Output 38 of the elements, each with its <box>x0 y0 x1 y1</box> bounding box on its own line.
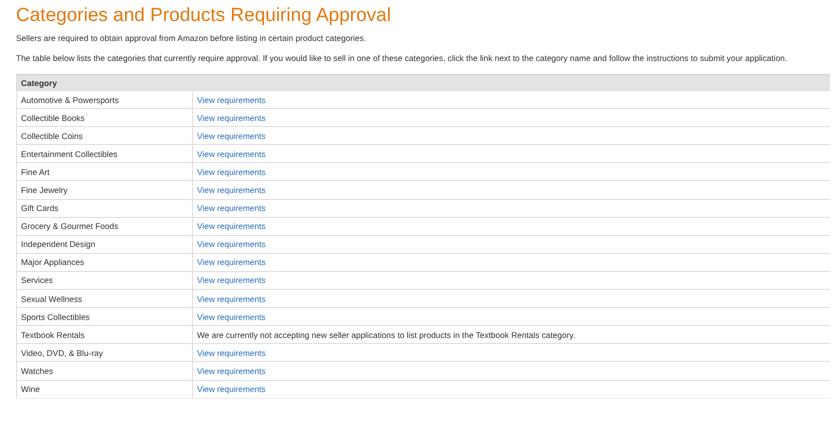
page-title: Categories and Products Requiring Approval <box>16 5 392 27</box>
category-cell: Collectible Books <box>16 108 192 127</box>
requirements-link[interactable]: View requirements <box>197 148 266 159</box>
requirements-link[interactable]: View requirements <box>197 112 266 123</box>
category-cell: Entertainment Collectibles <box>16 144 192 163</box>
requirements-link[interactable]: View requirements <box>197 221 266 232</box>
intro-text: Sellers are required to obtain approval from Amazon before listing in certain product categories. <box>16 33 368 44</box>
category-cell: Wine <box>16 380 192 398</box>
category-cell: Fine Art <box>16 162 192 181</box>
intro-text: The table below lists the categories that currently require approval. If you would like to sell in one of these categories, click the link next to the category name and follow the instructions to submit your application. <box>16 53 788 64</box>
category-cell: Grocery & Gourmet Foods <box>16 217 192 236</box>
column-header: Category <box>16 74 830 90</box>
requirements-link[interactable]: View requirements <box>197 384 266 394</box>
requirements-link[interactable]: View requirements <box>197 257 266 268</box>
requirements-link[interactable]: View requirements <box>197 94 266 105</box>
requirements-link[interactable]: View requirements <box>197 366 266 376</box>
category-cell: Independent Design <box>16 235 192 254</box>
category-cell: Services <box>16 271 192 290</box>
requirements-link[interactable]: View requirements <box>197 348 266 358</box>
requirements-link[interactable]: View requirements <box>197 166 266 177</box>
category-cell: Gift Cards <box>16 199 192 218</box>
requirements-link[interactable]: View requirements <box>197 203 266 214</box>
requirements-link[interactable]: View requirements <box>197 130 266 141</box>
category-cell: Collectible Coins <box>16 126 192 145</box>
category-cell: Major Appliances <box>16 253 192 272</box>
status-text: We are currently not accepting new seller applications to list products in the Textbook Rentals category. <box>197 330 576 340</box>
requirements-link[interactable]: View requirements <box>197 294 266 304</box>
category-cell: Textbook Rentals <box>16 326 192 344</box>
category-cell: Sports Collectibles <box>16 308 192 326</box>
category-cell: Watches <box>16 362 192 380</box>
requirements-link[interactable]: View requirements <box>197 312 266 322</box>
category-cell: Automotive & Powersports <box>16 90 192 109</box>
category-cell: Fine Jewelry <box>16 180 192 200</box>
category-cell: Video, DVD, & Blu-ray <box>16 344 192 362</box>
requirements-link[interactable]: View requirements <box>197 239 266 250</box>
requirements-link[interactable]: View requirements <box>197 185 266 196</box>
requirements-link[interactable]: View requirements <box>197 275 266 286</box>
category-cell: Sexual Wellness <box>16 290 192 308</box>
